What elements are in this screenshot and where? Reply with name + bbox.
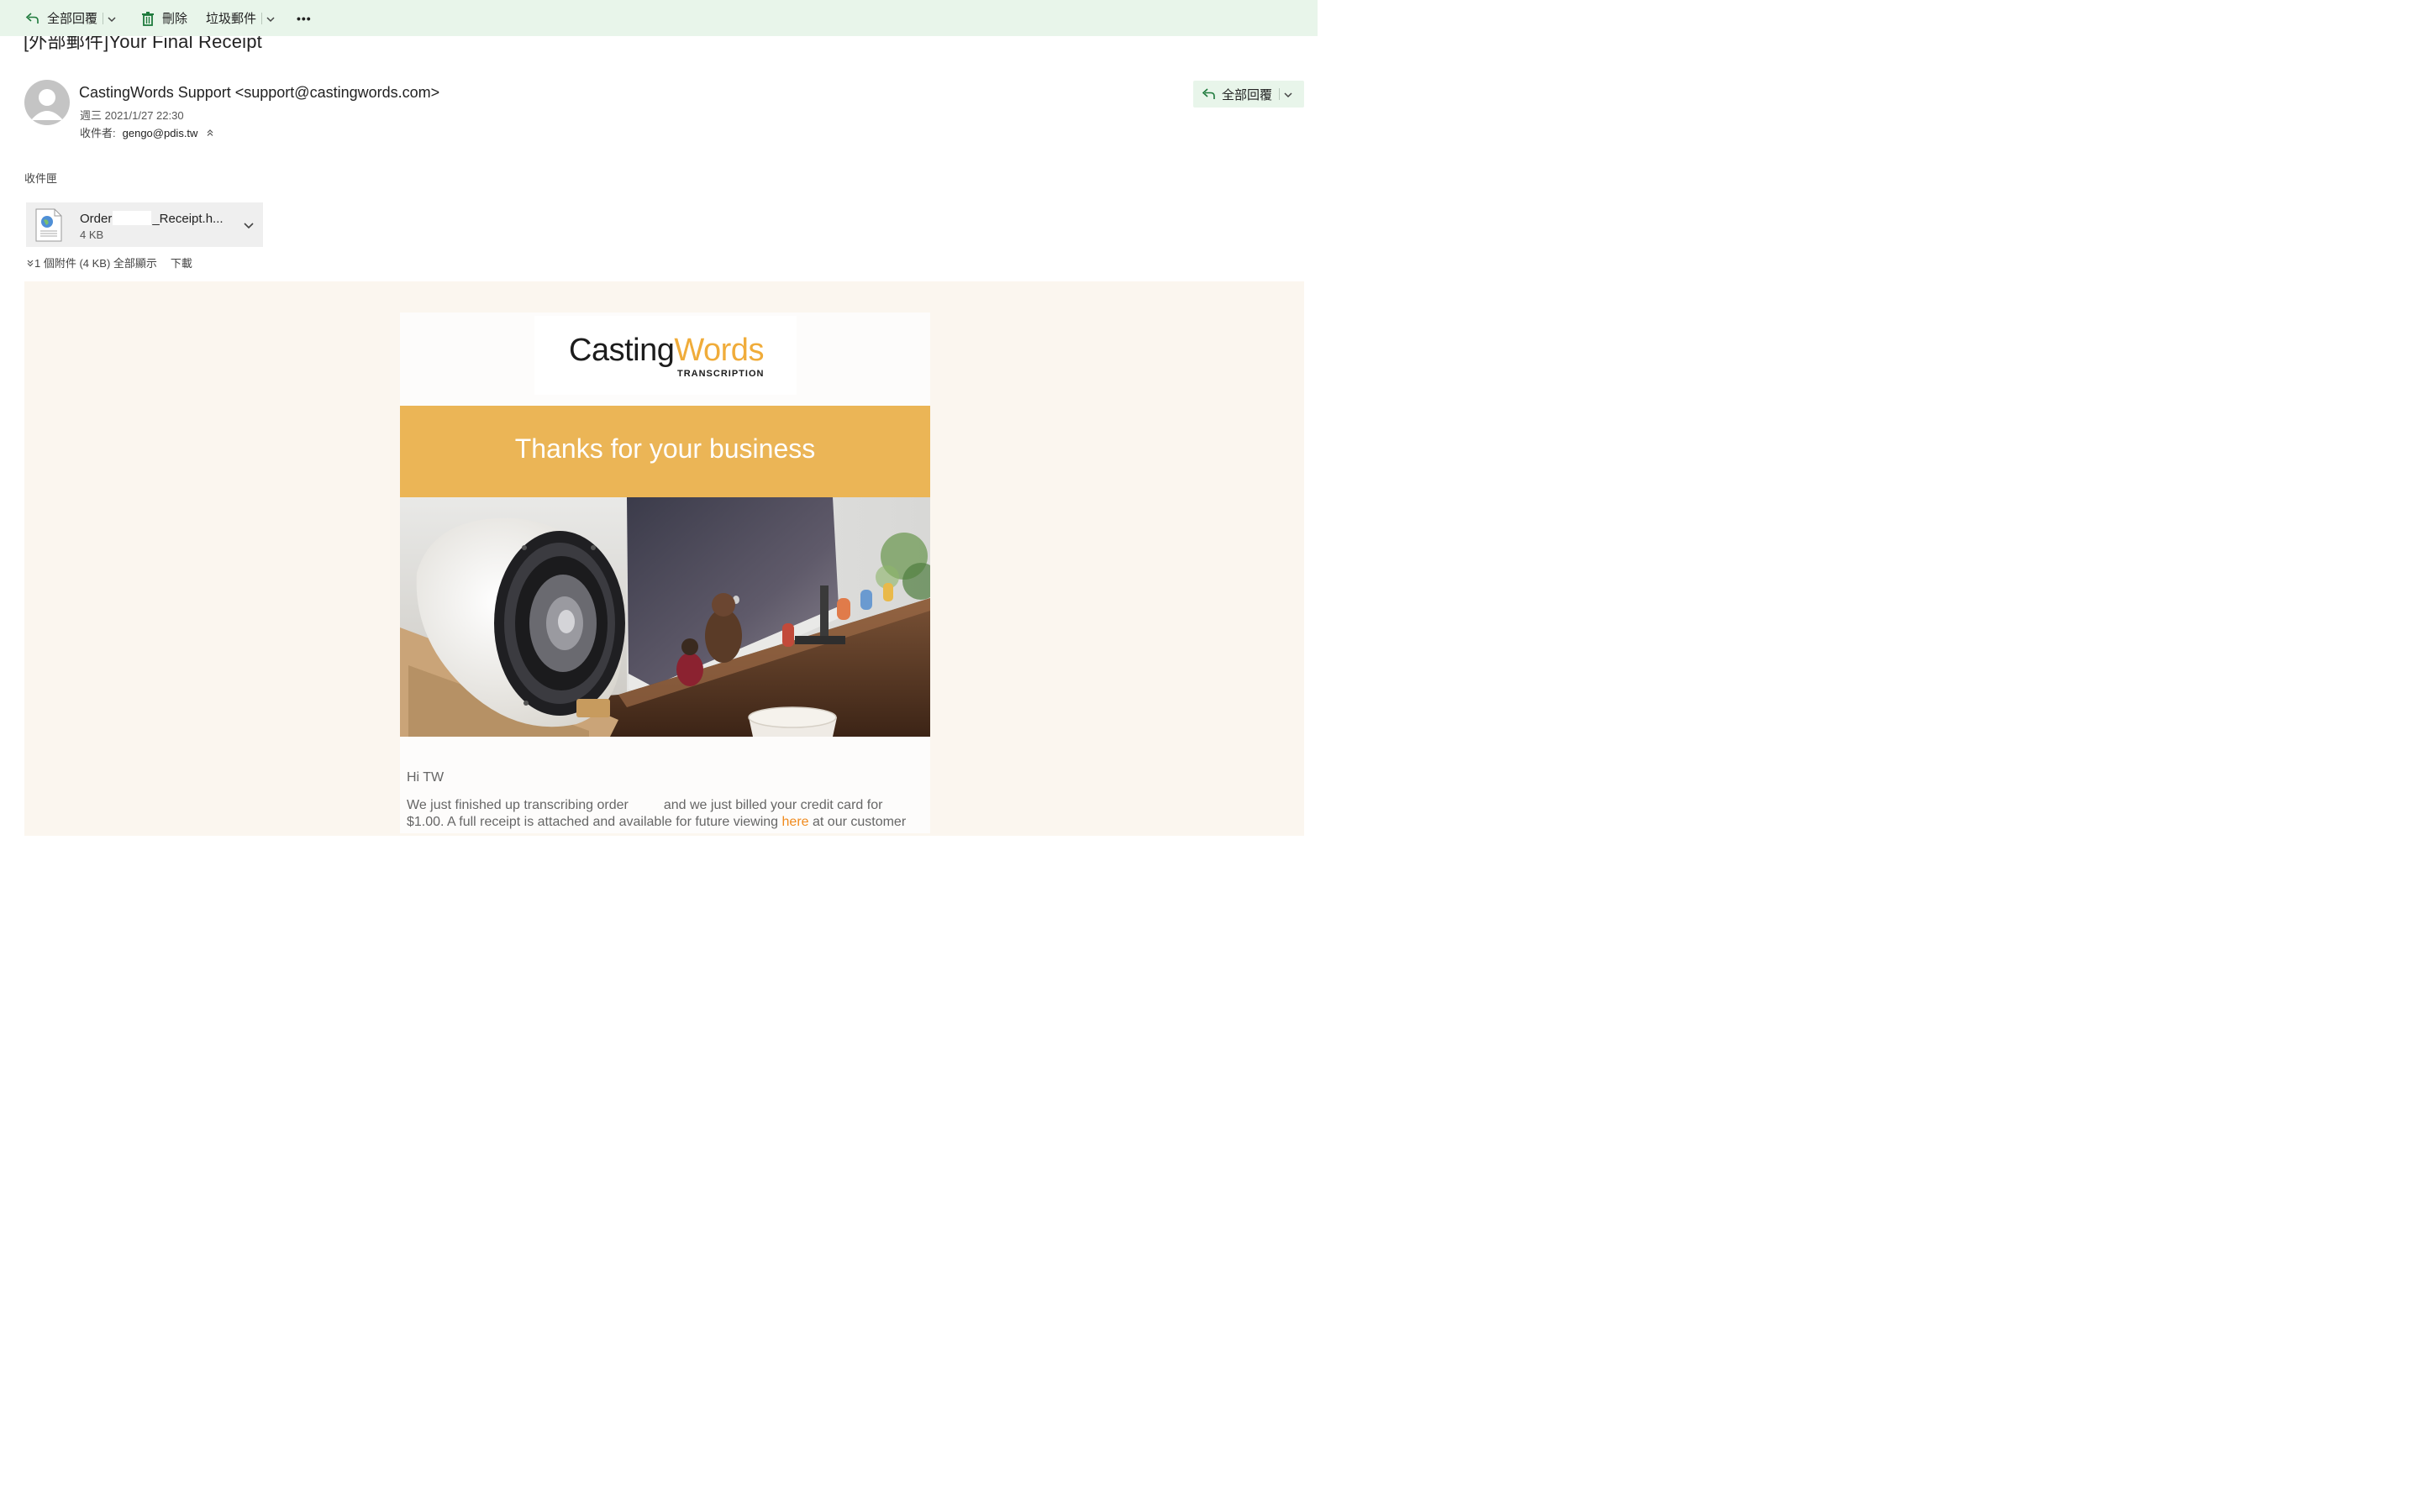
reply-all-icon	[25, 11, 40, 26]
more-label: •••	[297, 11, 312, 25]
banner-title: Thanks for your business	[514, 433, 816, 464]
recipient-label: 收件者:	[80, 127, 116, 139]
message-date: 週三 2021/1/27 22:30	[80, 109, 184, 122]
reply-all-icon	[1202, 87, 1217, 102]
logo-text: CastingWords	[569, 333, 764, 369]
delete-button[interactable]: 刪除	[141, 0, 187, 36]
reply-all-button[interactable]: 全部回覆	[1193, 81, 1304, 108]
thanks-banner: Thanks for your business	[400, 406, 930, 497]
attachment-card[interactable]: Order _Receipt.h... 4 KB	[26, 202, 263, 247]
more-icon[interactable]: •••	[297, 0, 312, 36]
reply-all-label: 全部回覆	[1222, 87, 1273, 102]
html-file-icon	[34, 208, 63, 242]
attachment-summary: 1 個附件 (4 KB) 全部顯示 下載	[26, 255, 192, 270]
chevron-down-icon[interactable]	[107, 13, 117, 24]
delete-label: 刪除	[162, 12, 188, 26]
attachment-name: Order _Receipt.h...	[80, 211, 224, 226]
receipt-link[interactable]: here	[782, 815, 809, 829]
recipient-line: 收件者: gengo@pdis.tw	[80, 124, 214, 140]
logo-casting: Casting	[569, 333, 675, 368]
email-card: CastingWords TRANSCRIPTION Thanks for yo…	[400, 312, 930, 833]
divider	[1279, 88, 1281, 100]
avatar-icon[interactable]	[24, 80, 70, 125]
recipient-address[interactable]: gengo@pdis.tw	[123, 127, 198, 139]
divider	[261, 12, 263, 24]
download-link[interactable]: 下載	[171, 255, 192, 270]
hero-image	[400, 497, 930, 737]
attachment-name-suffix: _Receipt.h...	[152, 212, 224, 226]
logo-subtitle: TRANSCRIPTION	[677, 369, 765, 379]
email-body-text: We just finished up transcribing order an…	[407, 797, 919, 831]
redaction-mask	[113, 211, 152, 225]
trash-icon	[141, 11, 155, 26]
logo-words: Words	[674, 333, 764, 368]
reply-all-toolbar-button[interactable]: 全部回覆	[25, 0, 117, 36]
logo: CastingWords TRANSCRIPTION	[534, 316, 797, 395]
expand-attachments-icon	[26, 257, 34, 267]
command-toolbar: 全部回覆 刪除 垃圾郵件 •••	[0, 0, 1318, 36]
chevron-down-icon[interactable]	[266, 13, 276, 24]
reply-all-label: 全部回覆	[47, 12, 98, 26]
folder-label: 收件匣	[24, 172, 58, 185]
show-all-attachments[interactable]: 1 個附件 (4 KB) 全部顯示	[26, 255, 157, 270]
attachment-size: 4 KB	[80, 228, 104, 241]
collapse-icon[interactable]	[206, 127, 214, 136]
attachment-name-prefix: Order	[80, 212, 113, 226]
attachment-summary-text: 1 個附件 (4 KB) 全部顯示	[34, 257, 157, 270]
email-greeting: Hi TW	[407, 770, 445, 785]
body-part-3: at our customer	[813, 815, 907, 829]
junk-label: 垃圾郵件	[206, 12, 257, 26]
body-part-1: We just finished up transcribing order	[407, 798, 629, 812]
chevron-down-icon[interactable]	[1283, 89, 1293, 99]
chevron-down-icon[interactable]	[243, 219, 255, 231]
sender-name[interactable]: CastingWords Support <support@castingwor…	[79, 84, 439, 102]
junk-button[interactable]: 垃圾郵件	[206, 0, 276, 36]
